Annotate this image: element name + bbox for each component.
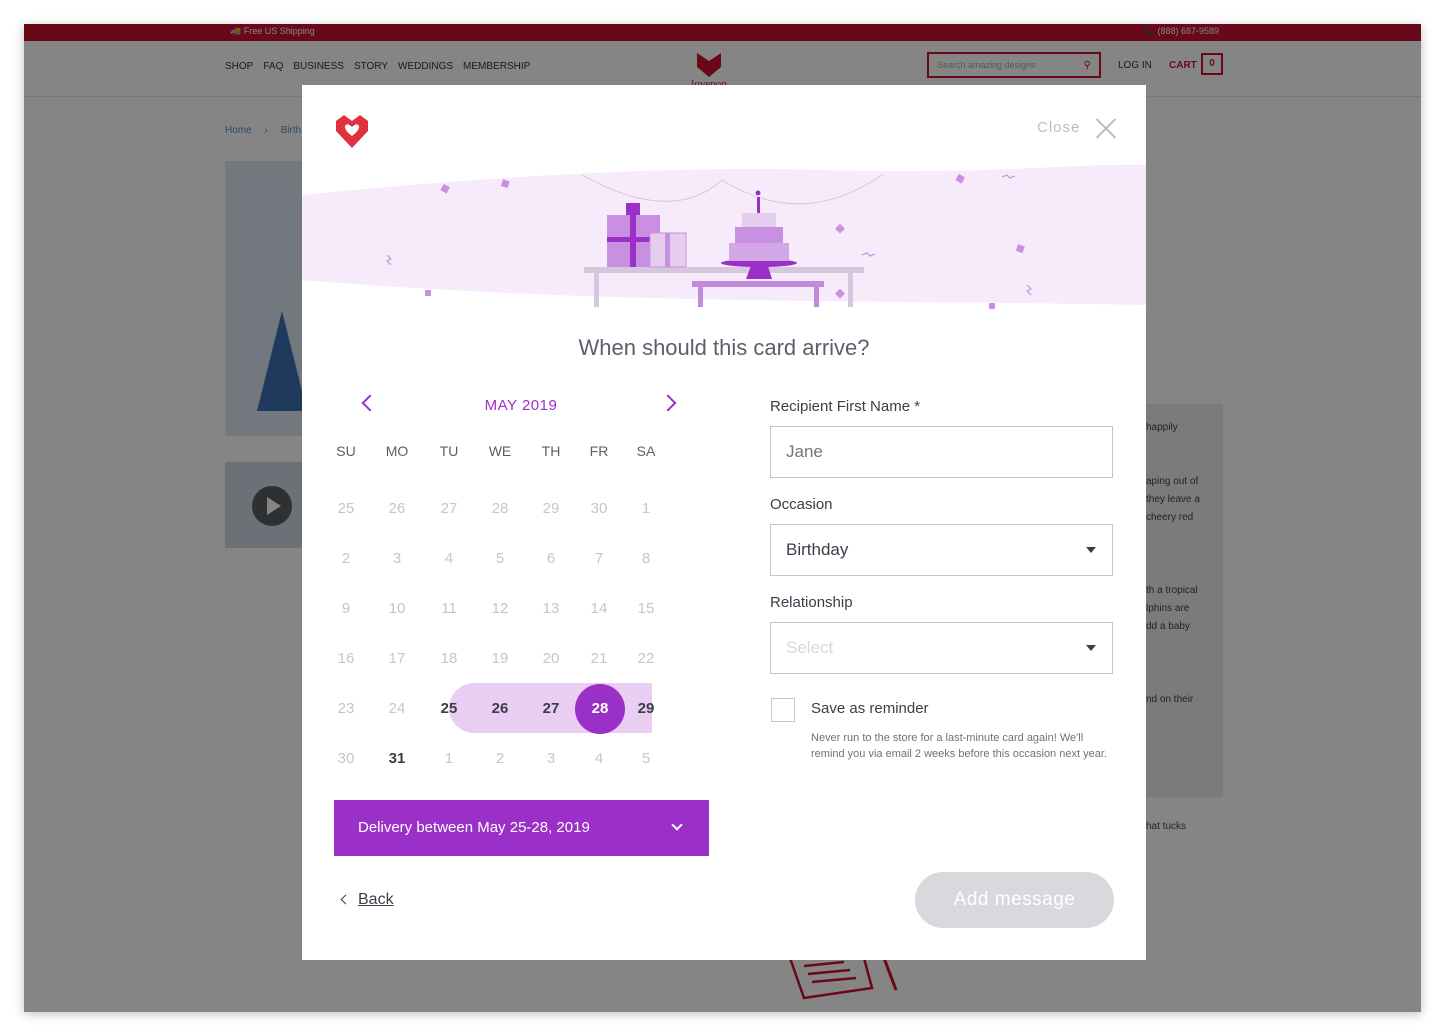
- calendar-day[interactable]: 31: [372, 734, 422, 784]
- birthday-banner-illustration: [302, 164, 1146, 309]
- caret-down-icon: [1086, 645, 1096, 651]
- save-reminder-label[interactable]: Save as reminder: [811, 700, 929, 717]
- calendar-month-label: MAY 2019: [484, 397, 558, 414]
- calendar-day[interactable]: 1: [424, 734, 474, 784]
- calendar-day[interactable]: 18: [424, 634, 474, 684]
- save-reminder-checkbox[interactable]: [771, 698, 795, 722]
- lovepop-heart-icon: [336, 115, 368, 148]
- calendar-day[interactable]: 23: [321, 684, 371, 734]
- calendar-day[interactable]: 8: [621, 534, 671, 584]
- delivery-window-label: Delivery between May 25-28, 2019: [358, 819, 590, 836]
- calendar-day[interactable]: 21: [574, 634, 624, 684]
- calendar-day[interactable]: 26: [372, 484, 422, 534]
- calendar-day[interactable]: 29: [526, 484, 576, 534]
- occasion-value: Birthday: [786, 540, 849, 559]
- calendar-day[interactable]: 6: [526, 534, 576, 584]
- calendar-day[interactable]: 12: [475, 584, 525, 634]
- back-link[interactable]: Back: [358, 891, 394, 909]
- calendar-day[interactable]: 25: [424, 684, 474, 734]
- weekday-header: TH: [541, 443, 561, 459]
- calendar-day[interactable]: 27: [424, 484, 474, 534]
- weekday-header: WE: [488, 443, 512, 459]
- close-label[interactable]: Close: [1037, 119, 1080, 136]
- calendar-day[interactable]: 7: [574, 534, 624, 584]
- calendar-day[interactable]: 17: [372, 634, 422, 684]
- calendar-day[interactable]: 19: [475, 634, 525, 684]
- calendar-day[interactable]: 30: [574, 484, 624, 534]
- calendar-day[interactable]: 25: [321, 484, 371, 534]
- weekday-header: TU: [439, 443, 459, 459]
- calendar-day[interactable]: 1: [621, 484, 671, 534]
- calendar-day[interactable]: 4: [574, 734, 624, 784]
- calendar-day[interactable]: 30: [321, 734, 371, 784]
- calendar-day[interactable]: 11: [424, 584, 474, 634]
- occasion-select[interactable]: Birthday: [770, 524, 1113, 576]
- calendar-day-selected[interactable]: 28: [575, 684, 625, 734]
- modal-heading: When should this card arrive?: [578, 335, 870, 360]
- weekday-header: FR: [589, 443, 609, 459]
- calendar-day[interactable]: 3: [372, 534, 422, 584]
- occasion-label: Occasion: [770, 496, 833, 513]
- calendar-day[interactable]: 24: [372, 684, 422, 734]
- calendar-day[interactable]: 13: [526, 584, 576, 634]
- relationship-select[interactable]: Select: [770, 622, 1113, 674]
- weekday-header: SA: [636, 443, 656, 459]
- relationship-placeholder: Select: [786, 638, 834, 657]
- chevron-left-icon[interactable]: [340, 894, 351, 905]
- calendar-day[interactable]: 28: [475, 484, 525, 534]
- calendar-day[interactable]: 2: [475, 734, 525, 784]
- close-icon[interactable]: [1095, 117, 1117, 139]
- calendar-day[interactable]: 9: [321, 584, 371, 634]
- recipient-name-input[interactable]: [770, 426, 1113, 478]
- calendar-day[interactable]: 20: [526, 634, 576, 684]
- calendar-day[interactable]: 4: [424, 534, 474, 584]
- reminder-note: Never run to the store for a last-minute…: [811, 732, 1107, 760]
- caret-down-icon: [1086, 547, 1096, 553]
- calendar-day[interactable]: 10: [372, 584, 422, 634]
- relationship-label: Relationship: [770, 594, 853, 611]
- chevron-down-icon: [671, 819, 683, 831]
- calendar-day[interactable]: 26: [475, 684, 525, 734]
- calendar-day[interactable]: 27: [526, 684, 576, 734]
- calendar-day[interactable]: 3: [526, 734, 576, 784]
- weekday-header: MO: [385, 443, 409, 459]
- calendar-day[interactable]: 14: [574, 584, 624, 634]
- calendar-day[interactable]: 22: [621, 634, 671, 684]
- calendar-day[interactable]: 16: [321, 634, 371, 684]
- recipient-name-label: Recipient First Name *: [770, 398, 921, 415]
- calendar-day[interactable]: 15: [621, 584, 671, 634]
- calendar-day[interactable]: 29: [621, 684, 671, 734]
- delivery-window-dropdown[interactable]: Delivery between May 25-28, 2019: [334, 800, 709, 856]
- delivery-date-modal: Close When should this card arrive? MAY …: [302, 85, 1146, 960]
- calendar-day[interactable]: 5: [621, 734, 671, 784]
- calendar-day[interactable]: 5: [475, 534, 525, 584]
- add-message-button[interactable]: Add message: [915, 872, 1114, 928]
- calendar-day[interactable]: 2: [321, 534, 371, 584]
- weekday-header: SU: [336, 443, 356, 459]
